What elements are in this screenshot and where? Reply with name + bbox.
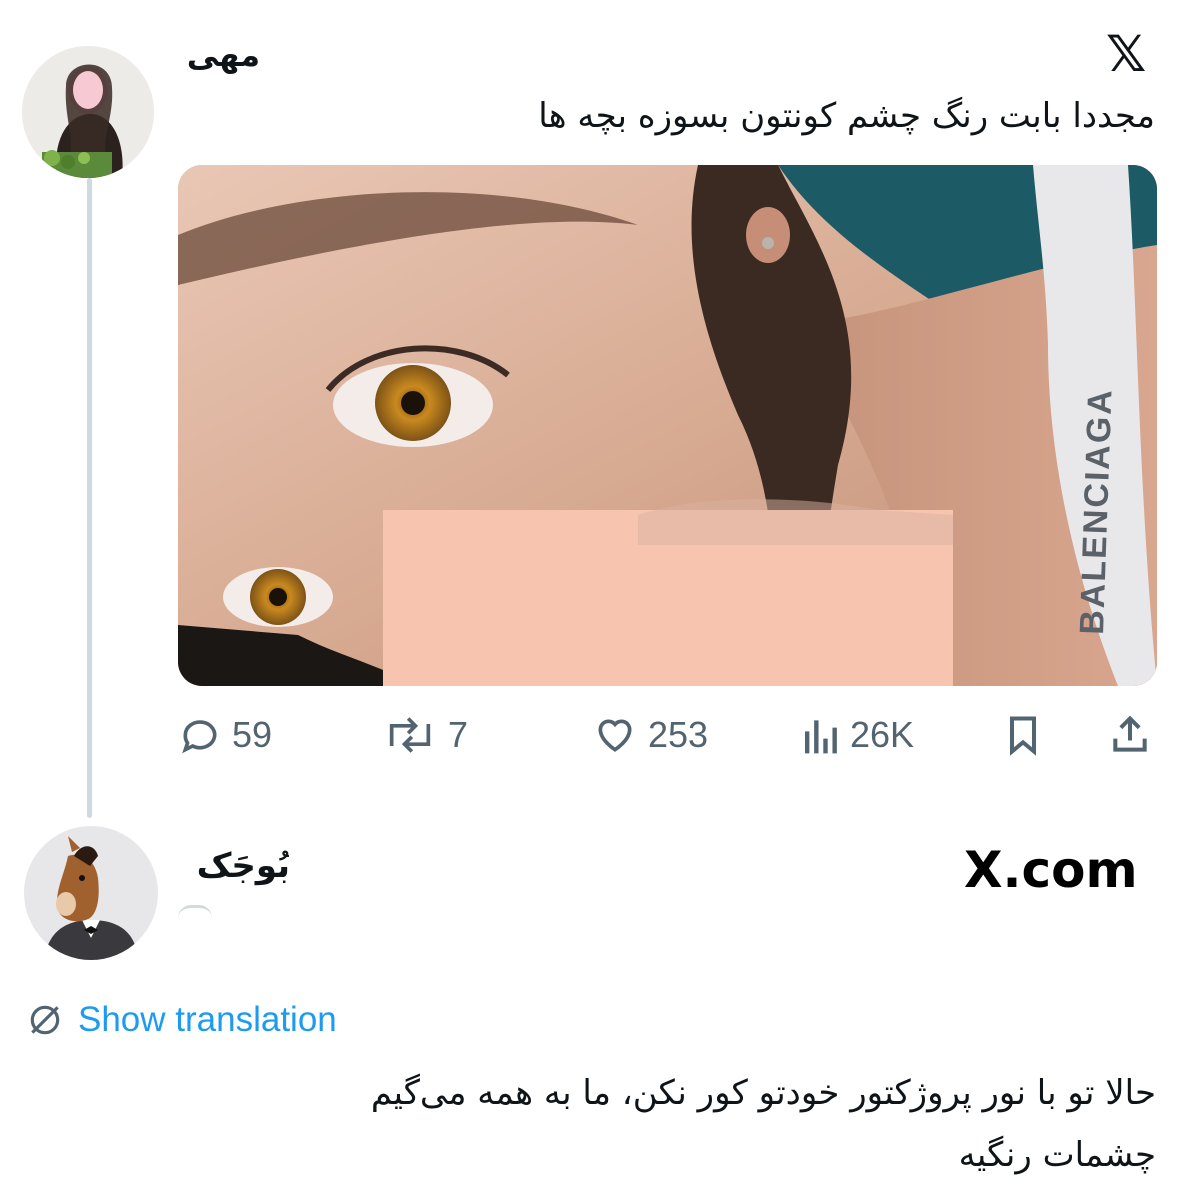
x-com-watermark: X.com <box>964 841 1138 899</box>
handle-fragment <box>178 905 212 918</box>
share-icon <box>1113 715 1147 752</box>
reply-icon <box>182 720 217 754</box>
tweet-author[interactable]: مهی <box>150 36 260 74</box>
reply-text-line-2: چشمات رنگیه <box>958 1135 1156 1175</box>
reply-button[interactable]: 59 <box>178 713 272 757</box>
retweet-button[interactable]: 7 <box>382 713 468 757</box>
translate-globe-icon <box>30 1005 60 1035</box>
avatar[interactable] <box>24 826 158 960</box>
x-logo-icon: 𝕏 <box>1106 25 1147 83</box>
tweet-image[interactable]: BALENCIAGA <box>178 165 1157 686</box>
views-count: 26K <box>850 714 915 755</box>
heart-icon <box>598 719 632 752</box>
views-button[interactable]: 26K <box>800 713 914 757</box>
show-translation-label: Show translation <box>78 1000 337 1039</box>
retweet-icon <box>389 717 431 753</box>
thread-line <box>87 178 92 818</box>
bookmark-icon <box>1009 716 1037 756</box>
avatar[interactable] <box>22 46 154 178</box>
reply-author[interactable]: بُوجَک <box>170 846 290 886</box>
reply-count: 59 <box>232 714 273 755</box>
bookmark-button[interactable] <box>1003 713 1043 757</box>
retweet-count: 7 <box>448 714 469 755</box>
share-button[interactable] <box>1108 713 1152 757</box>
tweet-text: مجددا بابت رنگ چشم کونتون بسوزه بچه ها <box>538 96 1155 136</box>
like-button[interactable]: 253 <box>592 713 708 757</box>
reply-text-line-1: حالا تو با نور پروژکتور خودتو کور نکن، م… <box>370 1073 1156 1113</box>
like-count: 253 <box>648 714 709 755</box>
show-translation-link[interactable]: Show translation <box>26 1000 337 1040</box>
views-chart-icon <box>804 720 837 754</box>
